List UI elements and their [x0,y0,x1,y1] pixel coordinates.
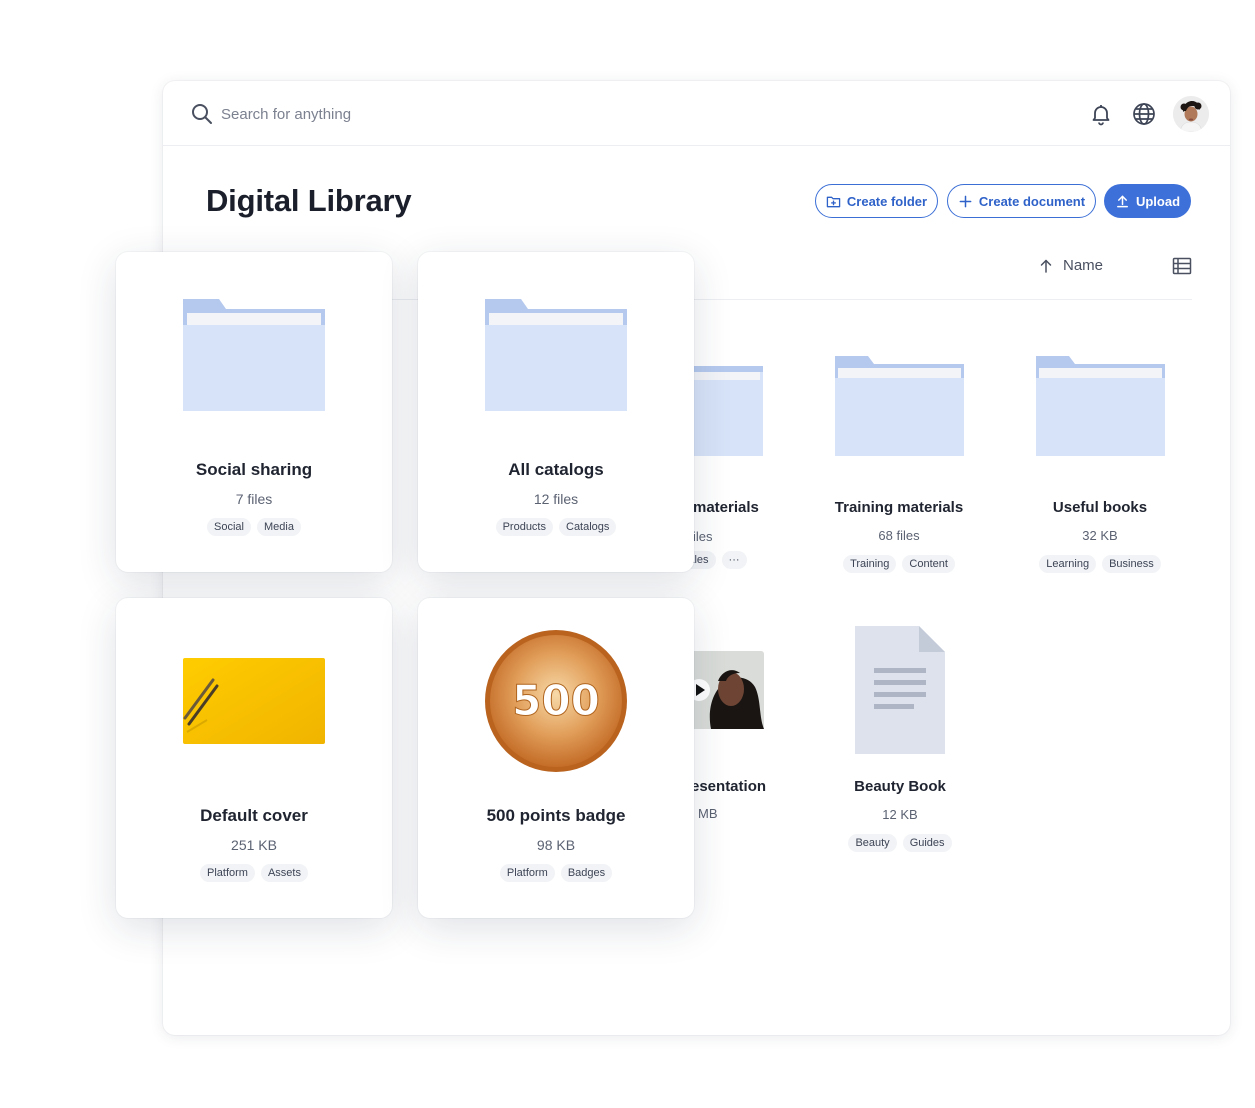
tag[interactable]: Media [257,518,301,536]
item-title: Training materials [834,499,964,516]
item-meta: iles [693,529,713,544]
card-title: All catalogs [508,460,604,479]
card-meta: 7 files [235,491,273,507]
tag[interactable]: Business [1102,555,1161,573]
tag[interactable]: Products [495,518,553,536]
tag[interactable]: Platform [200,864,255,882]
item-meta: 32 KB [1082,528,1118,543]
tag[interactable]: Content [902,555,955,573]
card-meta: 98 KB [536,837,576,853]
item-title: Useful books [1052,499,1148,516]
sort-label[interactable]: Name [1063,257,1103,274]
avatar[interactable] [1173,96,1209,132]
plus-icon [959,195,972,207]
page-title: Digital Library [206,183,412,218]
top-bar [163,81,1230,146]
badge-image: 500 [485,630,627,772]
more-tags[interactable]: ··· [721,551,747,569]
upload-button[interactable]: Upload [1104,184,1191,218]
avatar-image [1173,96,1209,132]
card-title: Default cover [200,806,308,825]
create-document-label: Create document [978,193,1086,209]
tag[interactable]: Assets [260,864,308,882]
folder-icon [835,356,964,456]
sort-ascending-icon[interactable] [1038,258,1054,274]
library-card[interactable]: Social sharing 7 files Social Media [116,252,392,572]
library-card[interactable]: 500 500 points badge 98 KB Platform Badg… [418,598,694,918]
cover-image [183,658,325,744]
card-title: Social sharing [195,460,313,479]
item-title: Beauty Book [854,778,946,795]
tag[interactable]: Social [207,518,251,536]
upload-icon [1117,195,1128,207]
create-folder-label: Create folder [846,193,928,209]
item-meta: 12 KB [882,807,918,822]
badge-text: 500 [512,676,600,725]
item-title: materials [693,499,759,516]
item-meta: MB [698,806,718,821]
search-input[interactable] [221,101,521,127]
tag[interactable]: Beauty [848,834,897,852]
list-view-icon[interactable] [1172,257,1192,275]
library-card[interactable]: All catalogs 12 files Products Catalogs [418,252,694,572]
create-folder-button[interactable]: Create folder [815,184,938,218]
card-meta: 251 KB [231,837,277,853]
bell-icon[interactable] [1089,102,1113,126]
folder-icon [183,299,325,411]
tag[interactable]: Learning [1039,555,1097,573]
upload-label: Upload [1135,193,1181,209]
item-meta: 68 files [878,528,920,543]
tag[interactable]: Catalogs [559,518,617,536]
folder-icon [1036,356,1165,456]
item-title: esentation [691,778,767,795]
tag[interactable]: Badges [560,864,613,882]
search-icon [192,104,212,124]
create-document-button[interactable]: Create document [947,184,1096,218]
card-title: 500 points badge [486,806,626,825]
document-icon [855,626,945,754]
library-card[interactable]: Default cover 251 KB Platform Assets [116,598,392,918]
globe-icon[interactable] [1131,101,1157,127]
tag[interactable]: Platform [499,864,555,882]
folder-plus-icon [826,196,841,207]
folder-icon [485,299,627,411]
tag[interactable]: Guides [902,834,952,852]
card-meta: 12 files [533,491,579,507]
tag[interactable]: Training [843,555,897,573]
